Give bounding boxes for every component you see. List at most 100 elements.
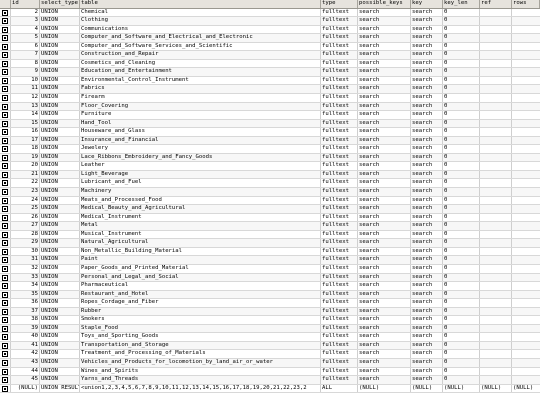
row-select-cell[interactable]: [0, 136, 11, 145]
cell-ref[interactable]: [480, 59, 512, 68]
cell-id[interactable]: 39: [11, 324, 40, 333]
cell-ref[interactable]: [480, 119, 512, 128]
cell-ref[interactable]: [480, 51, 512, 59]
cell-select-type[interactable]: UNION: [40, 239, 80, 247]
cell-rows[interactable]: [512, 137, 540, 145]
cell-type[interactable]: fulltext: [321, 290, 358, 299]
cell-possible-keys[interactable]: search: [358, 299, 411, 307]
cell-id[interactable]: 28: [11, 230, 40, 239]
row-selector-icon[interactable]: [2, 112, 8, 119]
cell-table[interactable]: Staple_Food: [80, 324, 321, 333]
cell-select-type[interactable]: UNION: [40, 111, 80, 119]
row-select-cell[interactable]: [0, 25, 11, 34]
cell-possible-keys[interactable]: search: [358, 136, 411, 145]
row-select-cell[interactable]: [0, 51, 11, 59]
cell-ref[interactable]: [480, 282, 512, 290]
row-selector-icon[interactable]: [2, 103, 8, 110]
cell-key[interactable]: search: [411, 316, 443, 324]
cell-key[interactable]: search: [411, 213, 443, 222]
row-selector-icon[interactable]: [2, 95, 8, 102]
cell-type[interactable]: fulltext: [321, 282, 358, 290]
row-selector-icon[interactable]: [2, 231, 8, 238]
cell-table[interactable]: Ropes_Cordage_and_Fiber: [80, 299, 321, 307]
cell-table[interactable]: Chemical: [80, 8, 321, 17]
cell-type[interactable]: fulltext: [321, 34, 358, 42]
cell-type[interactable]: fulltext: [321, 324, 358, 333]
row-select-cell[interactable]: [0, 324, 11, 333]
row-selector-icon[interactable]: [2, 163, 8, 170]
row-selector-icon[interactable]: [2, 308, 8, 315]
table-row[interactable]: 35 UNION Restaurant_and_Hotel fulltext searc…: [0, 290, 540, 300]
cell-type[interactable]: fulltext: [321, 8, 358, 17]
cell-possible-keys[interactable]: search: [358, 282, 411, 290]
cell-table[interactable]: Clothing: [80, 17, 321, 25]
row-selector-icon[interactable]: [2, 35, 8, 42]
cell-rows[interactable]: [512, 145, 540, 153]
column-header-id[interactable]: id: [11, 0, 40, 8]
cell-type[interactable]: fulltext: [321, 196, 358, 205]
cell-ref[interactable]: [480, 358, 512, 367]
cell-key-len[interactable]: 0: [443, 239, 480, 247]
row-select-cell[interactable]: [0, 68, 11, 76]
cell-select-type[interactable]: UNION: [40, 247, 80, 256]
cell-key-len[interactable]: 0: [443, 247, 480, 256]
row-selector-icon[interactable]: [2, 317, 8, 324]
cell-rows[interactable]: [512, 162, 540, 170]
cell-key-len[interactable]: 0: [443, 162, 480, 170]
cell-rows[interactable]: [512, 342, 540, 350]
cell-id[interactable]: 37: [11, 307, 40, 316]
cell-type[interactable]: fulltext: [321, 76, 358, 85]
cell-rows[interactable]: [512, 368, 540, 376]
cell-key-len[interactable]: 0: [443, 76, 480, 85]
cell-select-type[interactable]: UNION: [40, 94, 80, 102]
cell-key[interactable]: search: [411, 256, 443, 264]
cell-select-type[interactable]: UNION: [40, 42, 80, 51]
cell-type[interactable]: fulltext: [321, 85, 358, 94]
cell-key-len[interactable]: 0: [443, 256, 480, 264]
cell-possible-keys[interactable]: search: [358, 256, 411, 264]
cell-id[interactable]: 13: [11, 102, 40, 111]
cell-type[interactable]: fulltext: [321, 307, 358, 316]
cell-type[interactable]: fulltext: [321, 222, 358, 230]
cell-key[interactable]: search: [411, 341, 443, 350]
cell-id[interactable]: 16: [11, 128, 40, 136]
cell-table[interactable]: Communications: [80, 25, 321, 34]
table-row[interactable]: 45 UNION Yarns_and_Threads fulltext search se…: [0, 376, 540, 385]
cell-ref[interactable]: [480, 170, 512, 179]
cell-ref[interactable]: [480, 68, 512, 76]
column-header-select-type[interactable]: select_type: [40, 0, 80, 8]
row-select-cell[interactable]: [0, 196, 11, 205]
cell-type[interactable]: fulltext: [321, 239, 358, 247]
cell-type[interactable]: fulltext: [321, 213, 358, 222]
row-select-cell[interactable]: [0, 205, 11, 213]
cell-key[interactable]: search: [411, 247, 443, 256]
row-selector-icon[interactable]: [2, 351, 8, 358]
table-row[interactable]: 29 UNION Natural_Agricultural fulltext searc…: [0, 239, 540, 248]
row-selector-icon[interactable]: [2, 18, 8, 25]
cell-ref[interactable]: [480, 247, 512, 256]
cell-select-type[interactable]: UNION: [40, 316, 80, 324]
cell-key-len[interactable]: 0: [443, 264, 480, 273]
row-select-cell[interactable]: [0, 59, 11, 68]
cell-key-len[interactable]: 0: [443, 153, 480, 162]
cell-select-type[interactable]: UNION: [40, 273, 80, 282]
row-selector-icon[interactable]: [2, 180, 8, 187]
cell-id[interactable]: 42: [11, 350, 40, 358]
row-selector-icon[interactable]: [2, 214, 8, 221]
cell-ref[interactable]: [480, 196, 512, 205]
cell-possible-keys[interactable]: search: [358, 51, 411, 59]
cell-id[interactable]: 11: [11, 85, 40, 94]
cell-id[interactable]: 40: [11, 333, 40, 341]
column-header-key-len[interactable]: key_len: [443, 0, 480, 8]
table-row[interactable]: 6 UNION Computer_and_Software_Services_and…: [0, 42, 540, 52]
row-selector-icon[interactable]: [2, 154, 8, 161]
cell-id[interactable]: 45: [11, 376, 40, 384]
cell-id[interactable]: 10: [11, 76, 40, 85]
cell-key-len[interactable]: 0: [443, 299, 480, 307]
cell-key-len[interactable]: 0: [443, 213, 480, 222]
row-selector-icon[interactable]: [2, 291, 8, 298]
table-row[interactable]: 40 UNION Toys_and_Sporting_Goods fulltext se…: [0, 333, 540, 342]
cell-key[interactable]: search: [411, 153, 443, 162]
cell-possible-keys[interactable]: search: [358, 68, 411, 76]
cell-table[interactable]: Treatment_and_Processing_of_Materials: [80, 350, 321, 358]
